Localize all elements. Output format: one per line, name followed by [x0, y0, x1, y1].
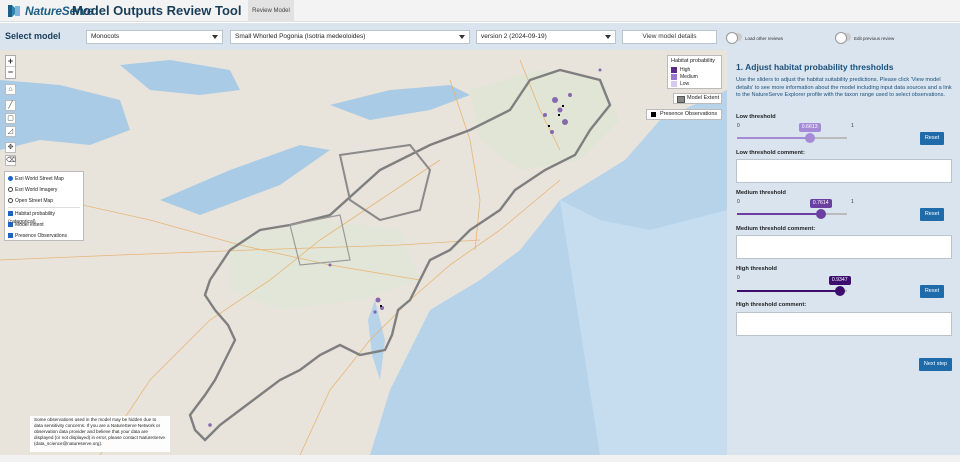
overlay-label: Model extent [15, 222, 44, 228]
legend-label-medium: Medium [680, 74, 698, 80]
eraser-icon[interactable]: ⌫ [5, 155, 16, 166]
low-comment-label: Low threshold comment: [736, 150, 805, 156]
view-model-details-button[interactable]: View model details [622, 30, 717, 44]
layer-control: Esri World Street Map Esri World Imagery… [4, 171, 84, 241]
next-step-button[interactable]: Next step [919, 358, 952, 371]
slider-fill [737, 137, 810, 139]
map-view[interactable]: + − ⌂ ╱ ▢ ◿ ✥ ⌫ Esri World Street Map Es… [0, 50, 727, 455]
low-slider-max: 1 [851, 123, 854, 129]
slider-value: 0.9347 [828, 276, 851, 285]
low-reset-button[interactable]: Reset [920, 132, 944, 145]
checkbox-icon [8, 222, 13, 227]
slider-thumb[interactable] [804, 133, 815, 143]
app-header: NatureServe Model Outputs Review Tool Re… [0, 0, 960, 22]
panel-heading: 1. Adjust habitat probability thresholds [736, 62, 894, 72]
slider-value: 0.6613 [798, 123, 821, 132]
overlay-option-observations[interactable]: Presence Observations [8, 232, 67, 240]
panel-description: Use the sliders to adjust the habitat su… [736, 77, 952, 98]
load-other-reviews-toggle[interactable] [726, 32, 742, 44]
move-icon[interactable]: ✥ [5, 142, 16, 153]
zoom-in-button[interactable]: + [6, 56, 15, 67]
footer-bar [0, 455, 960, 462]
high-threshold-slider[interactable]: 0.9347 [737, 276, 851, 296]
high-comment-input[interactable] [736, 312, 952, 336]
radio-icon [8, 176, 13, 181]
species-select[interactable]: Small Whorled Pogonia (Isotria medeoloid… [230, 30, 470, 44]
model-extent-legend: Model Extent [673, 93, 722, 104]
slider-fill [737, 290, 840, 292]
medium-reset-button[interactable]: Reset [920, 208, 944, 221]
high-threshold-label: High threshold [736, 266, 777, 272]
tab-review-model[interactable]: Review Model [248, 0, 294, 22]
low-threshold-slider[interactable]: 0.6613 [737, 123, 847, 143]
medium-threshold-label: Medium threshold [736, 190, 786, 196]
slider-fill [737, 213, 821, 215]
medium-comment-input[interactable] [736, 235, 952, 259]
medium-comment-label: Medium threshold comment: [736, 226, 816, 232]
low-comment-input[interactable] [736, 159, 952, 183]
home-icon[interactable]: ⌂ [5, 84, 16, 95]
legend-title: Habitat probability [671, 58, 716, 64]
basemap-label: Esri World Street Map [15, 176, 64, 182]
basemap-label: Esri World Imagery [15, 187, 58, 193]
zoom-out-button[interactable]: − [6, 67, 15, 78]
layer-divider [8, 207, 80, 208]
basemap-label: Open Street Map [15, 198, 54, 204]
draw-rectangle-icon[interactable]: ▢ [5, 113, 16, 124]
medium-threshold-slider[interactable]: 0.7614 [737, 199, 847, 219]
high-slider-min: 0 [737, 275, 740, 281]
basemap-option-street[interactable]: Esri World Street Map [8, 175, 64, 183]
chevron-down-icon [212, 35, 218, 39]
group-select-value: Monocots [91, 33, 120, 40]
edit-previous-review-label: Edit previous review [854, 36, 895, 41]
presence-observations-legend: Presence Observations [646, 109, 722, 120]
chevron-down-icon [459, 35, 465, 39]
app-title: Model Outputs Review Tool [72, 3, 242, 18]
load-other-reviews-label: Load other reviews [745, 36, 784, 41]
threshold-panel: 1. Adjust habitat probability thresholds… [727, 50, 960, 455]
select-model-label: Select model [5, 31, 61, 41]
overlay-option-extent[interactable]: Model extent [8, 221, 44, 229]
checkbox-icon [8, 233, 13, 238]
chevron-down-icon [605, 35, 611, 39]
slider-value: 0.7614 [809, 199, 832, 208]
legend-swatch-high [671, 67, 677, 73]
low-threshold-label: Low threshold [736, 114, 776, 120]
medium-slider-max: 1 [851, 199, 854, 205]
version-select-value: version 2 (2024-09-19) [481, 33, 547, 40]
edit-previous-review-toggle[interactable] [835, 32, 851, 44]
version-select[interactable]: version 2 (2024-09-19) [476, 30, 616, 44]
legend-label-low: Low [680, 81, 690, 87]
habitat-legend: Habitat probability High Medium Low [667, 55, 722, 89]
natureserve-logo-icon [8, 5, 20, 17]
high-comment-label: High threshold comment: [736, 302, 807, 308]
legend-swatch-low [671, 81, 677, 87]
group-select[interactable]: Monocots [86, 30, 223, 44]
overlay-label: Presence Observations [15, 233, 67, 239]
slider-thumb[interactable] [834, 286, 845, 296]
legend-label-high: High [680, 67, 691, 73]
overlay-option-habitat[interactable]: Habitat probability (categorical) [8, 210, 83, 225]
high-reset-button[interactable]: Reset [920, 285, 944, 298]
slider-thumb[interactable] [815, 209, 826, 219]
radio-icon [8, 198, 13, 203]
checkbox-icon [8, 211, 13, 216]
medium-slider-min: 0 [737, 199, 740, 205]
model-toolbar: Select model Monocots Small Whorled Pogo… [0, 23, 960, 50]
zoom-control: + − [5, 55, 16, 79]
species-select-value: Small Whorled Pogonia (Isotria medeoloid… [235, 33, 366, 40]
basemap-option-imagery[interactable]: Esri World Imagery [8, 186, 57, 194]
low-slider-min: 0 [737, 123, 740, 129]
basemap-graphic [0, 59, 727, 455]
data-disclaimer: Some observations used in the model may … [30, 416, 170, 452]
radio-icon [8, 187, 13, 192]
legend-swatch-medium [671, 74, 677, 80]
basemap-option-osm[interactable]: Open Street Map [8, 197, 53, 205]
draw-polygon-icon[interactable]: ◿ [5, 126, 16, 137]
draw-line-icon[interactable]: ╱ [5, 100, 16, 111]
